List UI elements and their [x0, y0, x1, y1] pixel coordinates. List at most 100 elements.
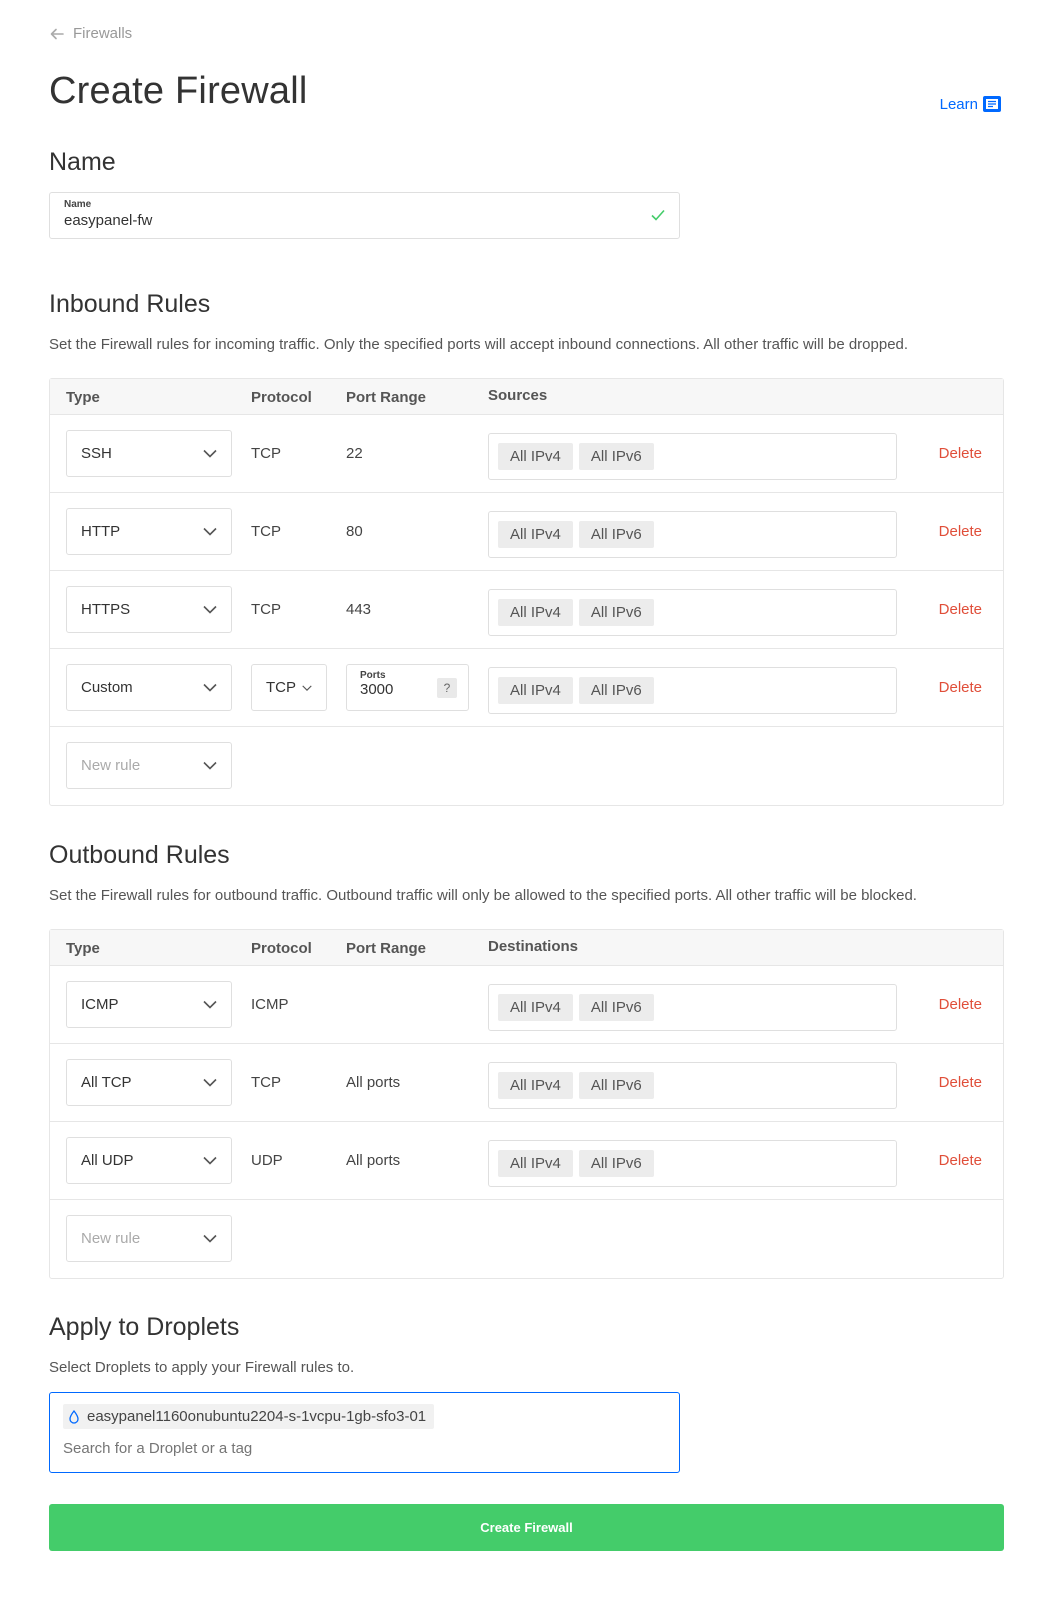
rule-destinations-field[interactable]: All IPv4 All IPv6	[488, 984, 897, 1031]
inbound-rules-table: Type Protocol Port Range Sources SSH TCP…	[49, 378, 1004, 806]
rule-port: 443	[346, 601, 372, 618]
source-tag[interactable]: All IPv4	[498, 521, 573, 548]
rule-type-select[interactable]: Custom	[66, 664, 232, 711]
rule-protocol: UDP	[251, 1152, 283, 1169]
help-icon[interactable]: ?	[437, 678, 457, 698]
rule-type-select[interactable]: All TCP	[66, 1059, 232, 1106]
check-icon	[651, 209, 665, 221]
inbound-rule-row: HTTP TCP 80 All IPv4 All IPv6 Delete	[50, 493, 1003, 571]
new-rule-row: New rule	[50, 727, 1003, 805]
new-rule-select[interactable]: New rule	[66, 1215, 232, 1262]
outbound-rule-row: All UDP UDP All ports All IPv4 All IPv6 …	[50, 1122, 1003, 1200]
col-type: Type	[66, 389, 100, 406]
rule-type-value: Custom	[81, 679, 133, 696]
destination-tag[interactable]: All IPv6	[578, 1150, 654, 1177]
name-input[interactable]	[64, 212, 624, 229]
droplet-selector[interactable]: easypanel1160onubuntu2204-s-1vcpu-1gb-sf…	[49, 1392, 680, 1473]
col-type: Type	[66, 940, 100, 957]
rule-port: All ports	[346, 1074, 401, 1091]
outbound-rule-row: All TCP TCP All ports All IPv4 All IPv6 …	[50, 1044, 1003, 1122]
rule-type-value: HTTP	[81, 523, 121, 540]
col-port-range: Port Range	[346, 389, 427, 406]
rule-port: All ports	[346, 1152, 401, 1169]
rule-destinations-field[interactable]: All IPv4 All IPv6	[488, 1140, 897, 1187]
page-title: Create Firewall	[49, 70, 308, 112]
col-sources: Sources	[488, 387, 548, 404]
outbound-rules-table: Type Protocol Port Range Destinations IC…	[49, 929, 1004, 1279]
arrow-left-icon	[50, 28, 64, 39]
destination-tag[interactable]: All IPv4	[498, 994, 573, 1021]
rule-type-value: All UDP	[81, 1152, 134, 1169]
chevron-down-icon	[203, 761, 217, 770]
rule-port: 80	[346, 523, 363, 540]
source-tag[interactable]: All IPv4	[498, 599, 573, 626]
col-destinations: Destinations	[488, 938, 579, 955]
rule-protocol: TCP	[251, 1074, 281, 1091]
breadcrumb[interactable]: Firewalls	[49, 25, 132, 42]
protocol-value: TCP	[266, 679, 296, 696]
book-icon	[983, 96, 1001, 112]
destination-tag[interactable]: All IPv6	[578, 1072, 654, 1099]
outbound-section-title: Outbound Rules	[49, 841, 230, 869]
rule-sources-field[interactable]: All IPv4 All IPv6	[488, 589, 897, 636]
source-tag[interactable]: All IPv6	[578, 677, 654, 704]
rule-protocol: TCP	[251, 445, 281, 462]
rule-type-select[interactable]: ICMP	[66, 981, 232, 1028]
destination-tag[interactable]: All IPv6	[578, 994, 654, 1021]
create-firewall-button[interactable]: Create Firewall	[49, 1504, 1004, 1551]
col-protocol: Protocol	[251, 389, 312, 406]
rule-sources-field[interactable]: All IPv4 All IPv6	[488, 433, 897, 480]
rule-type-select[interactable]: All UDP	[66, 1137, 232, 1184]
destination-tag[interactable]: All IPv4	[498, 1072, 573, 1099]
chevron-down-icon	[203, 1000, 217, 1009]
name-field[interactable]: Name	[49, 192, 680, 239]
selected-droplet-tag[interactable]: easypanel1160onubuntu2204-s-1vcpu-1gb-sf…	[63, 1404, 435, 1429]
new-rule-select[interactable]: New rule	[66, 742, 232, 789]
source-tag[interactable]: All IPv4	[498, 443, 573, 470]
chevron-down-icon	[203, 683, 217, 692]
outbound-table-header: Type Protocol Port Range Destinations	[50, 930, 1003, 966]
chevron-down-icon	[203, 1156, 217, 1165]
droplet-icon	[69, 1409, 79, 1424]
rule-destinations-field[interactable]: All IPv4 All IPv6	[488, 1062, 897, 1109]
protocol-select[interactable]: TCP	[251, 664, 327, 711]
ports-field[interactable]: Ports ?	[346, 664, 469, 711]
inbound-rule-row: SSH TCP 22 All IPv4 All IPv6 Delete	[50, 415, 1003, 493]
chevron-down-icon	[203, 605, 217, 614]
destination-tag[interactable]: All IPv4	[498, 1150, 573, 1177]
delete-rule-button[interactable]: Delete	[939, 445, 982, 462]
chevron-down-icon	[203, 449, 217, 458]
ports-input[interactable]	[360, 681, 420, 698]
learn-label: Learn	[939, 95, 978, 113]
delete-rule-button[interactable]: Delete	[939, 523, 982, 540]
rule-type-select[interactable]: HTTPS	[66, 586, 232, 633]
rule-type-value: HTTPS	[81, 601, 131, 618]
chevron-down-icon	[203, 1234, 217, 1243]
rule-type-select[interactable]: SSH	[66, 430, 232, 477]
delete-rule-button[interactable]: Delete	[939, 601, 982, 618]
source-tag[interactable]: All IPv6	[578, 599, 654, 626]
delete-rule-button[interactable]: Delete	[939, 1152, 982, 1169]
delete-rule-button[interactable]: Delete	[939, 1074, 982, 1091]
rule-port: 22	[346, 445, 363, 462]
source-tag[interactable]: All IPv6	[578, 521, 654, 548]
droplet-search-input[interactable]	[63, 1440, 643, 1457]
rule-protocol: ICMP	[251, 996, 289, 1013]
chevron-down-icon	[203, 527, 217, 536]
rule-sources-field[interactable]: All IPv4 All IPv6	[488, 511, 897, 558]
inbound-rule-row: HTTPS TCP 443 All IPv4 All IPv6 Delete	[50, 571, 1003, 649]
rule-type-select[interactable]: HTTP	[66, 508, 232, 555]
breadcrumb-label: Firewalls	[73, 25, 133, 42]
name-section-title: Name	[49, 148, 116, 176]
source-tag[interactable]: All IPv6	[578, 443, 654, 470]
source-tag[interactable]: All IPv4	[498, 677, 573, 704]
new-rule-placeholder: New rule	[81, 757, 141, 774]
rule-type-value: SSH	[81, 445, 112, 462]
outbound-rule-row: ICMP ICMP All IPv4 All IPv6 Delete	[50, 966, 1003, 1044]
rule-sources-field[interactable]: All IPv4 All IPv6	[488, 667, 897, 714]
delete-rule-button[interactable]: Delete	[939, 996, 982, 1013]
delete-rule-button[interactable]: Delete	[939, 679, 982, 696]
learn-link[interactable]: Learn	[940, 95, 1002, 113]
rule-type-value: All TCP	[81, 1074, 132, 1091]
rule-protocol: TCP	[251, 601, 281, 618]
